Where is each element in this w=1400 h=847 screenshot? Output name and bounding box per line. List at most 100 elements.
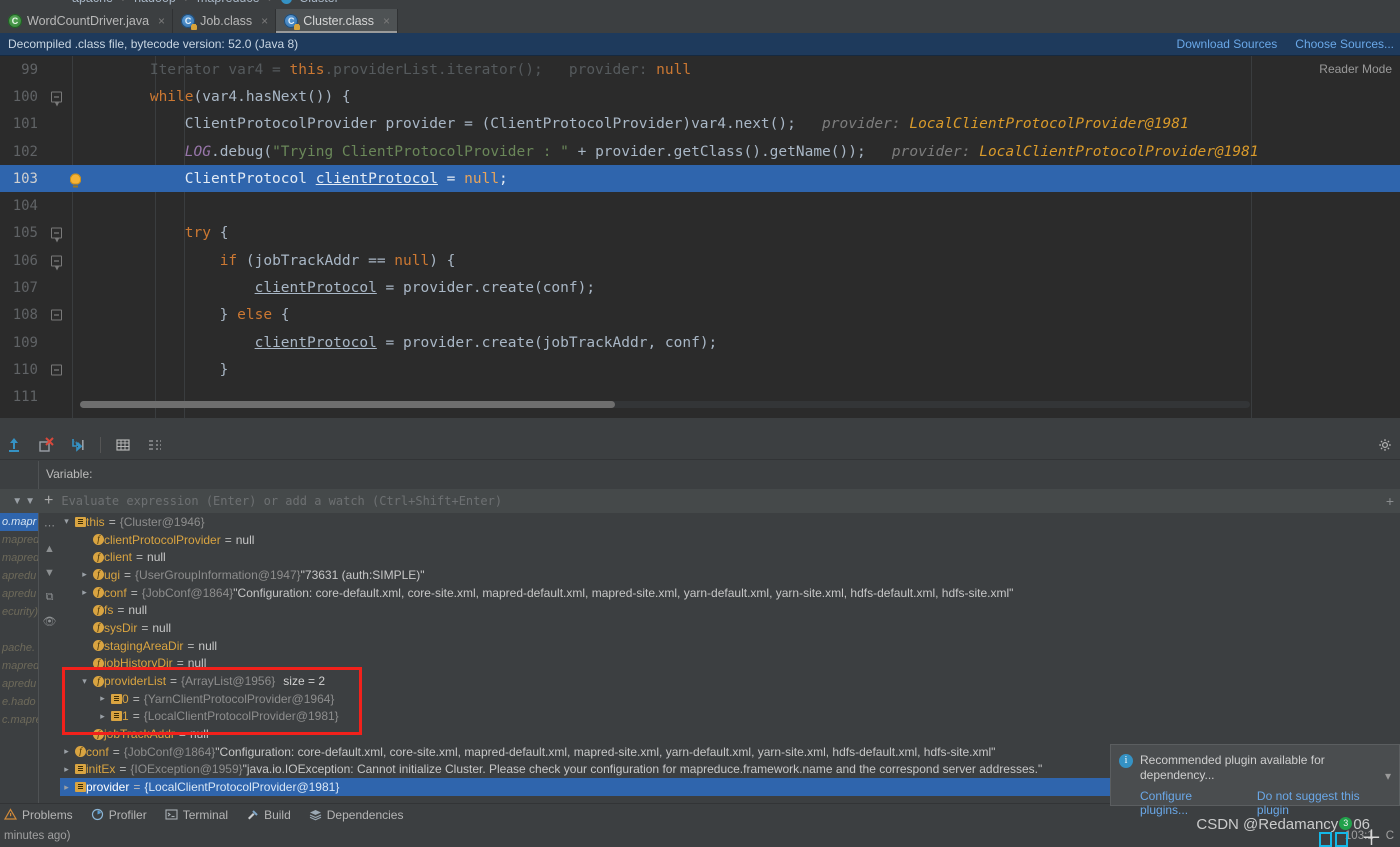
evaluate-expression-input[interactable]: Evaluate expression (Enter) or add a wat…	[59, 494, 1385, 508]
code-fold-icon[interactable]	[51, 227, 62, 243]
add-watch-button[interactable]: +	[38, 492, 59, 510]
code-fold-icon[interactable]	[51, 91, 62, 107]
tab-wordcountdriver-java[interactable]: WordCountDriver.java ×	[0, 9, 174, 33]
filter-icon[interactable]: ▼	[12, 496, 22, 507]
code-fold-icon[interactable]	[51, 255, 62, 271]
configure-plugins-link[interactable]: Configure plugins...	[1140, 789, 1239, 817]
gutter-icons[interactable]	[46, 220, 72, 247]
variable-row[interactable]: fs= null	[60, 601, 1400, 619]
close-icon[interactable]: ×	[261, 14, 268, 28]
gutter-icons[interactable]	[46, 302, 72, 329]
arrow-up-icon[interactable]: ▲	[43, 543, 57, 557]
frame-item[interactable]: apredu	[0, 567, 38, 585]
encoding-label[interactable]: C	[1386, 830, 1394, 842]
gutter-icons[interactable]	[46, 83, 72, 110]
gutter-icons[interactable]	[46, 111, 72, 138]
frame-item[interactable]: e.hado	[0, 693, 38, 711]
variable-row[interactable]: ugi={UserGroupInformation@1947} "73631 (…	[60, 566, 1400, 584]
code-fold-icon[interactable]	[51, 309, 62, 321]
breadcrumb-item-0[interactable]: apache	[72, 0, 113, 5]
tree-toggle-icon[interactable]	[96, 711, 109, 722]
code-line[interactable]: 110 }	[0, 356, 1400, 383]
gutter-icons[interactable]	[46, 192, 72, 219]
variable-row[interactable]: jobHistoryDir= null	[60, 655, 1400, 673]
code-line[interactable]: 108 } else {	[0, 302, 1400, 329]
code-fold-icon[interactable]	[51, 364, 62, 376]
gutter-icons[interactable]	[46, 165, 81, 192]
reader-mode-label[interactable]: Reader Mode	[1319, 62, 1392, 76]
frame-item[interactable]: c.mapre	[0, 711, 38, 729]
tree-toggle-icon[interactable]	[60, 782, 73, 793]
frame-item[interactable]: apredu	[0, 675, 38, 693]
frame-item[interactable]: mapred	[0, 657, 38, 675]
eye-icon[interactable]: 👁	[43, 615, 57, 629]
variable-row[interactable]: sysDir= null	[60, 619, 1400, 637]
gutter-icons[interactable]	[46, 247, 72, 274]
code-line[interactable]: 101 ClientProtocolProvider provider = (C…	[0, 111, 1400, 138]
choose-sources-link[interactable]: Choose Sources...	[1295, 37, 1394, 51]
frame-item[interactable]: o.mapr	[0, 513, 38, 531]
gutter-icons[interactable]	[46, 356, 72, 383]
variable-row[interactable]: stagingAreaDir= null	[60, 637, 1400, 655]
gutter-icons[interactable]	[46, 329, 72, 356]
force-step-into-icon[interactable]	[4, 435, 24, 455]
plugin-recommendation-balloon[interactable]: i Recommended plugin available for depen…	[1110, 744, 1400, 817]
gutter-icons[interactable]	[46, 384, 72, 411]
stop-icon[interactable]	[36, 435, 56, 455]
gutter-icons[interactable]	[46, 56, 72, 83]
evaluate-table-icon[interactable]	[113, 435, 133, 455]
frame-item[interactable]: mapred	[0, 531, 38, 549]
tree-toggle-icon[interactable]	[60, 764, 73, 775]
breadcrumb-item-1[interactable]: hadoop	[134, 0, 176, 5]
settings-list-icon[interactable]	[145, 435, 165, 455]
variable-row[interactable]: clientProtocolProvider= null	[60, 531, 1400, 549]
code-line[interactable]: 99 Iterator var4 = this.providerList.ite…	[0, 56, 1400, 83]
variable-row[interactable]: conf={JobConf@1864} "Configuration: core…	[60, 584, 1400, 602]
step-into-icon[interactable]	[68, 435, 88, 455]
tool-window-profiler[interactable]: Profiler	[91, 808, 147, 822]
tree-toggle-icon[interactable]	[78, 587, 91, 598]
editor-hscrollbar-thumb[interactable]	[80, 401, 615, 408]
code-line[interactable]: 109 clientProtocol = provider.create(job…	[0, 329, 1400, 356]
code-line[interactable]: 104	[0, 192, 1400, 219]
copy-icon[interactable]: ⧉	[43, 591, 57, 605]
gutter-icons[interactable]	[46, 274, 72, 301]
tree-toggle-icon[interactable]	[60, 516, 73, 527]
breadcrumb-item-3[interactable]: Cluster	[299, 0, 339, 5]
code-editor[interactable]: Reader Mode 99 Iterator var4 = this.prov…	[0, 56, 1400, 418]
chevron-down-icon[interactable]: ▼	[25, 496, 35, 507]
expand-evaluate-icon[interactable]: +	[1386, 493, 1400, 509]
gear-icon[interactable]	[1378, 438, 1392, 452]
chevron-down-icon[interactable]: ▾	[1385, 769, 1391, 783]
tree-toggle-icon[interactable]	[78, 569, 91, 580]
close-icon[interactable]: ×	[158, 14, 165, 28]
debug-panel-divider[interactable]	[0, 418, 1400, 430]
variable-row[interactable]: client= null	[60, 548, 1400, 566]
tool-window-dependencies[interactable]: Dependencies	[309, 808, 403, 822]
code-line[interactable]: 103 ClientProtocol clientProtocol = null…	[0, 165, 1400, 193]
tool-window-terminal[interactable]: Terminal	[165, 808, 228, 822]
code-line[interactable]: 102 LOG.debug("Trying ClientProtocolProv…	[0, 138, 1400, 165]
tool-window-build[interactable]: Build	[246, 808, 291, 822]
frames-list[interactable]: o.mapr mapred mapred apredu apredu ecurity) pa…	[0, 513, 38, 813]
menu-dots-icon[interactable]: ⋯	[43, 519, 57, 533]
code-line[interactable]: 100 while(var4.hasNext()) {	[0, 83, 1400, 110]
variable-row[interactable]: jobTrackAddr= null	[60, 725, 1400, 743]
tree-toggle-icon[interactable]	[60, 746, 73, 757]
tab-cluster-class[interactable]: Cluster.class ×	[276, 9, 399, 33]
download-sources-link[interactable]: Download Sources	[1177, 37, 1278, 51]
gutter-icons[interactable]	[46, 138, 72, 165]
tab-job-class[interactable]: Job.class ×	[173, 9, 277, 33]
code-line[interactable]: 106 if (jobTrackAddr == null) {	[0, 247, 1400, 274]
close-icon[interactable]: ×	[383, 14, 390, 28]
variable-row[interactable]: 0={YarnClientProtocolProvider@1964}	[60, 690, 1400, 708]
variable-row[interactable]: providerList={ArrayList@1956} size = 2	[60, 672, 1400, 690]
frame-item[interactable]: ecurity)	[0, 603, 38, 621]
code-line[interactable]: 105 try {	[0, 220, 1400, 247]
tool-window-problems[interactable]: Problems	[3, 808, 73, 822]
tree-toggle-icon[interactable]	[78, 676, 91, 687]
evaluate-expression-bar[interactable]: ▼ ▼ + Evaluate expression (Enter) or add…	[0, 489, 1400, 513]
frame-item[interactable]: pache.	[0, 639, 38, 657]
frame-item[interactable]: mapred	[0, 549, 38, 567]
frame-item[interactable]	[0, 621, 38, 639]
